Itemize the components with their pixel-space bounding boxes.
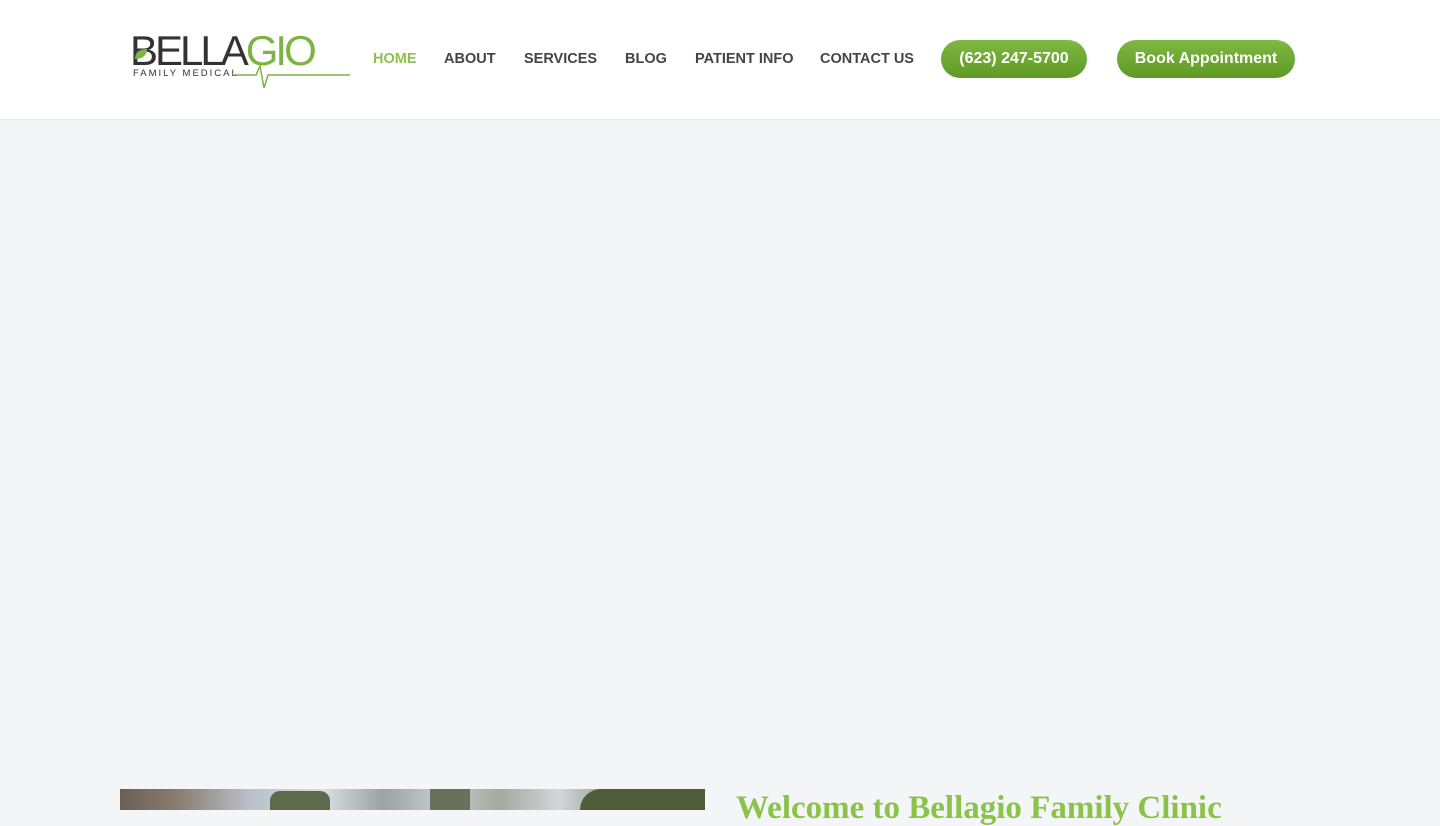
leaf-icon (135, 49, 147, 59)
nav-home[interactable]: HOME (373, 50, 417, 68)
nav-services[interactable]: SERVICES (524, 50, 597, 68)
photo-tree (270, 791, 330, 810)
clinic-photo (120, 789, 705, 810)
site-header: BELLAGIO FAMILY MEDICAL HOME ABOUT SERVI… (0, 0, 1440, 120)
bellagio-logo[interactable]: BELLAGIO FAMILY MEDICAL (130, 28, 350, 92)
welcome-heading: Welcome to Bellagio Family Clinic (736, 790, 1222, 826)
nav-contact-us[interactable]: CONTACT US (820, 50, 914, 68)
nav-blog[interactable]: BLOG (625, 50, 667, 68)
logo-subtitle: FAMILY MEDICAL (133, 68, 239, 79)
hero-area (0, 120, 1440, 790)
nav-about[interactable]: ABOUT (444, 50, 496, 68)
nav-patient-info[interactable]: PATIENT INFO (695, 50, 794, 68)
photo-foliage (580, 789, 705, 810)
heartbeat-line-icon (234, 63, 350, 89)
photo-building (430, 789, 470, 810)
book-appointment-button[interactable]: Book Appointment (1117, 40, 1295, 78)
phone-button[interactable]: (623) 247-5700 (941, 40, 1087, 78)
